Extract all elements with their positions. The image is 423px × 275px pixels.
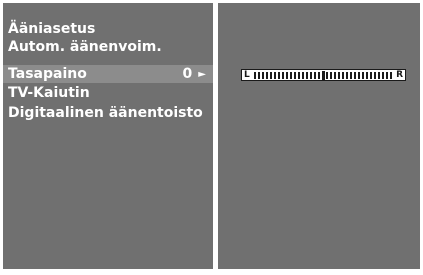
menu-item-label: Digitaalinen äänentoisto bbox=[8, 105, 203, 121]
balance-slider[interactable]: L R bbox=[241, 69, 406, 81]
sound-menu-panel: Ääniasetus Autom. äänenvoim. Tasapaino 0… bbox=[3, 3, 213, 269]
menu-item-tasapaino[interactable]: Tasapaino 0 ► bbox=[3, 65, 213, 83]
balance-right-label: R bbox=[396, 70, 403, 80]
menu-item-label: Ääniasetus bbox=[8, 21, 96, 37]
menu-item-autom-aanenvoim[interactable]: Autom. äänenvoim. bbox=[3, 38, 213, 56]
menu-item-tv-kaiutin[interactable]: TV-Kaiutin bbox=[3, 84, 213, 102]
menu-item-label: TV-Kaiutin bbox=[8, 85, 90, 101]
menu-item-value: 0 ► bbox=[183, 65, 206, 84]
tv-osd-screen: Ääniasetus Autom. äänenvoim. Tasapaino 0… bbox=[0, 0, 423, 275]
menu-item-aaniasetus[interactable]: Ääniasetus bbox=[3, 20, 213, 38]
balance-value: 0 bbox=[182, 66, 193, 82]
menu-item-label: Autom. äänenvoim. bbox=[8, 39, 162, 55]
balance-panel: L R bbox=[218, 3, 420, 269]
arrow-right-icon: ► bbox=[198, 69, 206, 80]
menu-item-label: Tasapaino bbox=[8, 66, 87, 82]
balance-left-label: L bbox=[244, 70, 250, 80]
menu-item-digitaalinen-aanentoisto[interactable]: Digitaalinen äänentoisto bbox=[3, 104, 213, 122]
balance-indicator[interactable] bbox=[322, 71, 325, 80]
